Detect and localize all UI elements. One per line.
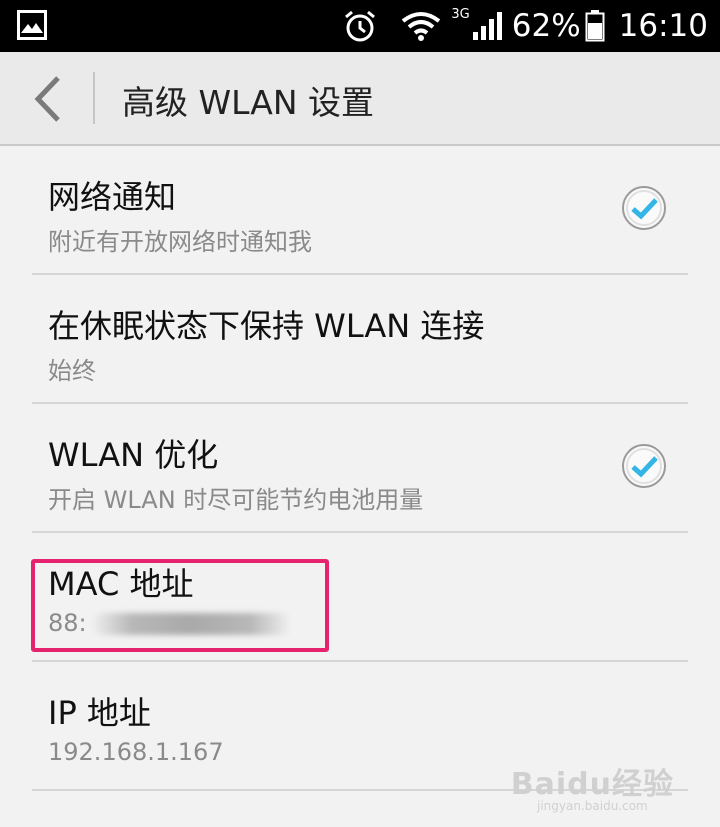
battery-icon	[585, 10, 605, 42]
status-bar: 3G 62% 16:10	[0, 0, 720, 52]
ip-address-value: 192.168.1.167	[48, 738, 224, 766]
network-type: 3G	[451, 6, 470, 22]
setting-keep-wlan-on-sleep[interactable]: 在休眠状态下保持 WLAN 连接 始终	[0, 275, 720, 404]
checkbox-checked-icon[interactable]	[620, 184, 668, 232]
highlight-box	[31, 559, 329, 652]
setting-wlan-optimization[interactable]: WLAN 优化 开启 WLAN 时尽可能节约电池用量	[0, 404, 720, 533]
watermark: Baidu经验 jingyan.baidu.com	[511, 759, 674, 813]
alarm-icon	[345, 10, 376, 42]
image-icon	[17, 10, 47, 40]
wifi-icon	[402, 12, 441, 41]
setting-title: 在休眠状态下保持 WLAN 连接	[48, 307, 485, 345]
clock: 16:10	[618, 8, 708, 44]
setting-title: 网络通知	[48, 178, 177, 216]
signal-icon	[472, 12, 502, 40]
setting-summary: 附近有开放网络时通知我	[48, 228, 312, 256]
setting-summary: 始终	[48, 357, 96, 385]
back-button[interactable]	[28, 74, 68, 124]
chevron-left-icon	[34, 76, 60, 122]
setting-network-notification[interactable]: 网络通知 附近有开放网络时通知我	[0, 146, 720, 275]
action-bar: 高级 WLAN 设置	[0, 52, 720, 146]
setting-title: IP 地址	[48, 694, 151, 732]
battery-percent: 62%	[511, 8, 581, 44]
checkbox-checked-icon[interactable]	[620, 442, 668, 490]
settings-list: 网络通知 附近有开放网络时通知我 在休眠状态下保持 WLAN 连接 始终 WLA…	[0, 146, 720, 791]
watermark-logo: Baidu经验	[510, 767, 674, 802]
page-title: 高级 WLAN 设置	[122, 83, 375, 122]
setting-title: WLAN 优化	[48, 436, 219, 474]
action-bar-divider	[93, 72, 95, 124]
setting-summary: 开启 WLAN 时尽可能节约电池用量	[48, 486, 424, 514]
status-icons: 3G 62% 16:10	[343, 0, 708, 52]
